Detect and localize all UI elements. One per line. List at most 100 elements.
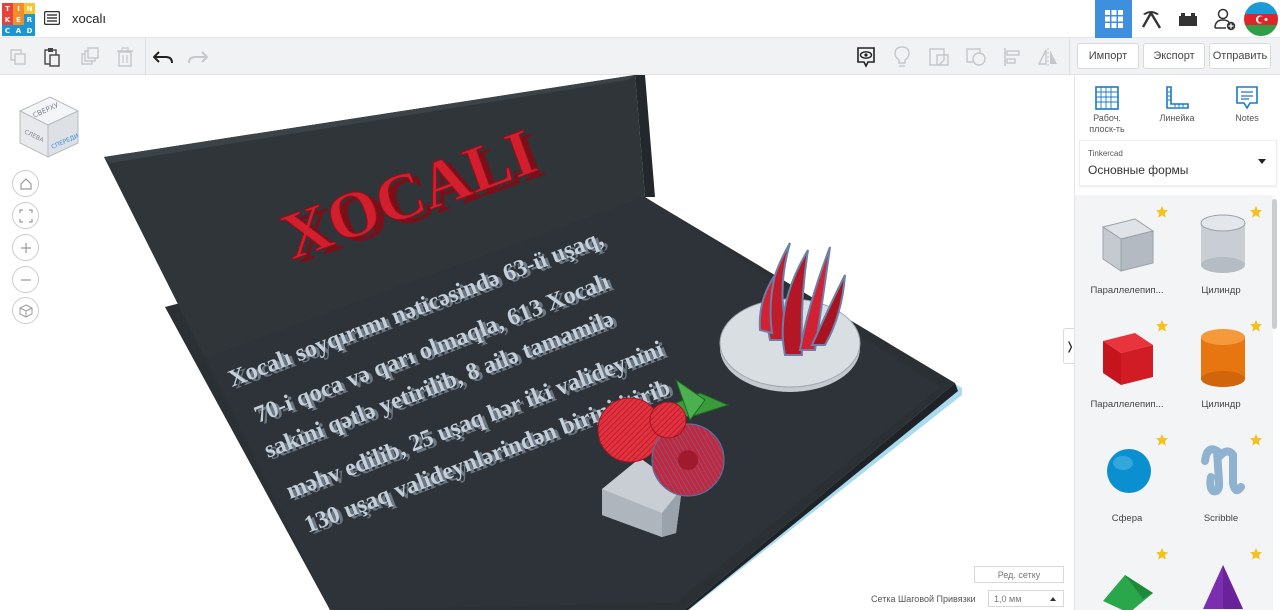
- avatar-flag-icon: [1244, 2, 1278, 36]
- shape-box-gray[interactable]: Параллелепип...: [1081, 199, 1173, 309]
- redo-button[interactable]: [184, 43, 212, 70]
- lightbulb-icon: [894, 45, 910, 67]
- home-view-button[interactable]: [12, 170, 39, 197]
- fit-view-icon: [18, 208, 33, 223]
- design-list-icon[interactable]: [44, 11, 60, 25]
- home-icon: [19, 177, 32, 190]
- shape-cylinder-gray[interactable]: Цилиндр: [1175, 199, 1267, 309]
- shape-library-select[interactable]: Tinkercad Основные формы: [1079, 140, 1277, 186]
- shape-label: Цилиндр: [1201, 399, 1241, 410]
- shape-label: Цилиндр: [1201, 285, 1241, 296]
- ruler-icon: [1166, 86, 1189, 109]
- view-cube[interactable]: СВЕРХУ СПЕРЕДИ СЛЕВА: [12, 91, 82, 161]
- chevron-down-icon: [1258, 159, 1266, 164]
- send-button[interactable]: Отправить: [1209, 43, 1271, 69]
- shape-pyramid[interactable]: [1081, 541, 1173, 610]
- export-button[interactable]: Экспорт: [1143, 43, 1205, 69]
- eye-note-icon: [857, 46, 875, 68]
- library-value: Основные формы: [1088, 163, 1189, 177]
- ruler-label: Линейка: [1159, 113, 1195, 123]
- tinkercad-logo[interactable]: T I N K E R C A D: [2, 3, 35, 36]
- library-label: Tinkercad: [1088, 149, 1123, 158]
- sphere-icon: [1107, 449, 1151, 493]
- box-icon: [1103, 333, 1153, 385]
- blocks-button[interactable]: [1132, 0, 1169, 38]
- import-button[interactable]: Импорт: [1077, 43, 1139, 69]
- snap-grid-value: 1,0 мм: [994, 593, 1022, 604]
- user-avatar[interactable]: [1244, 2, 1278, 36]
- edit-toolbar: Импорт Экспорт Отправить: [0, 38, 1280, 75]
- scribble-icon: [1201, 445, 1245, 496]
- cylinder-hole-icon: [1200, 214, 1246, 273]
- share-user-button[interactable]: [1206, 0, 1243, 38]
- shape-scribble[interactable]: Scribble: [1175, 427, 1267, 537]
- duplicate-icon: [81, 46, 99, 65]
- zoom-in-button[interactable]: [12, 234, 39, 261]
- scene-canvas[interactable]: XOCALI XOCALI Xocalı soyqırımı nəticəsin…: [0, 75, 1074, 610]
- undo-icon: [153, 50, 173, 63]
- star-icon[interactable]: [1155, 433, 1169, 447]
- logo-letter: C: [2, 25, 13, 36]
- star-icon[interactable]: [1155, 205, 1169, 219]
- star-icon[interactable]: [1155, 319, 1169, 333]
- shape-box-red[interactable]: Параллелепип...: [1081, 313, 1173, 423]
- star-icon[interactable]: [1155, 547, 1169, 561]
- copy-button[interactable]: [4, 43, 32, 70]
- cylinder-icon: [1201, 329, 1245, 387]
- logo-letter: A: [13, 25, 24, 36]
- mirror-button[interactable]: [1034, 43, 1062, 70]
- bricks-icon: [1178, 13, 1197, 26]
- snap-grid-label: Сетка Шаговой Привязки: [871, 594, 976, 604]
- ruler-tool[interactable]: Линейка: [1147, 83, 1207, 124]
- perspective-button[interactable]: [12, 297, 39, 324]
- ungroup-icon: [966, 47, 986, 66]
- fit-view-button[interactable]: [12, 202, 39, 229]
- align-icon: [1004, 47, 1020, 66]
- 3d-workspace[interactable]: XOCALI XOCALI Xocalı soyqırımı nəticəsin…: [0, 75, 1074, 610]
- star-icon[interactable]: [1249, 319, 1263, 333]
- cone-icon: [1203, 565, 1243, 609]
- shapes-scrollbar[interactable]: [1272, 199, 1277, 329]
- snap-grid-select[interactable]: 1,0 мм: [988, 590, 1064, 607]
- logo-letter: N: [24, 3, 35, 14]
- shape-sphere[interactable]: Сфера: [1081, 427, 1173, 537]
- caret-up-icon: [1050, 597, 1056, 601]
- logo-letter: E: [13, 14, 24, 25]
- group-button[interactable]: [925, 43, 953, 70]
- shape-label: Параллелепип...: [1090, 285, 1164, 296]
- logo-letter: K: [2, 14, 13, 25]
- shape-cylinder-orange[interactable]: Цилиндр: [1175, 313, 1267, 423]
- shapes-panel: Рабоч. плоск-ть Линейка Notes Tinkercad …: [1074, 75, 1280, 610]
- duplicate-button[interactable]: [76, 43, 104, 70]
- workplane-tool[interactable]: Рабоч. плоск-ть: [1077, 83, 1137, 135]
- grid-view-icon: [1104, 10, 1123, 28]
- 3d-view-button[interactable]: [1095, 0, 1132, 38]
- box-hole-icon: [1101, 218, 1155, 272]
- shape-label: Параллелепип...: [1090, 399, 1164, 410]
- trash-icon: [117, 46, 133, 67]
- delete-button[interactable]: [111, 43, 139, 70]
- paste-button[interactable]: [38, 43, 66, 70]
- zoom-out-button[interactable]: [12, 266, 39, 293]
- shape-cone[interactable]: [1175, 541, 1267, 610]
- cube-perspective-icon: [19, 303, 32, 318]
- ungroup-button[interactable]: [962, 43, 990, 70]
- star-icon[interactable]: [1249, 205, 1263, 219]
- star-icon[interactable]: [1249, 433, 1263, 447]
- align-button[interactable]: [998, 43, 1026, 70]
- note-icon: [1236, 86, 1258, 110]
- plus-icon: [20, 242, 31, 253]
- star-icon[interactable]: [1249, 547, 1263, 561]
- copy-icon: [10, 48, 26, 65]
- light-bulb-button[interactable]: [888, 43, 916, 70]
- paste-icon: [44, 47, 60, 67]
- shape-grid: Параллелепип... Цилиндр Параллелепип...: [1075, 195, 1273, 610]
- edit-grid-button[interactable]: Ред. сетку: [974, 566, 1064, 583]
- design-title[interactable]: xocalı: [72, 11, 106, 26]
- undo-button[interactable]: [149, 43, 177, 70]
- bricks-button[interactable]: [1169, 0, 1206, 38]
- roof-icon: [1103, 575, 1153, 610]
- notes-tool[interactable]: Notes: [1217, 83, 1277, 124]
- logo-letter: I: [13, 3, 24, 14]
- notes-toggle-button[interactable]: [852, 43, 880, 70]
